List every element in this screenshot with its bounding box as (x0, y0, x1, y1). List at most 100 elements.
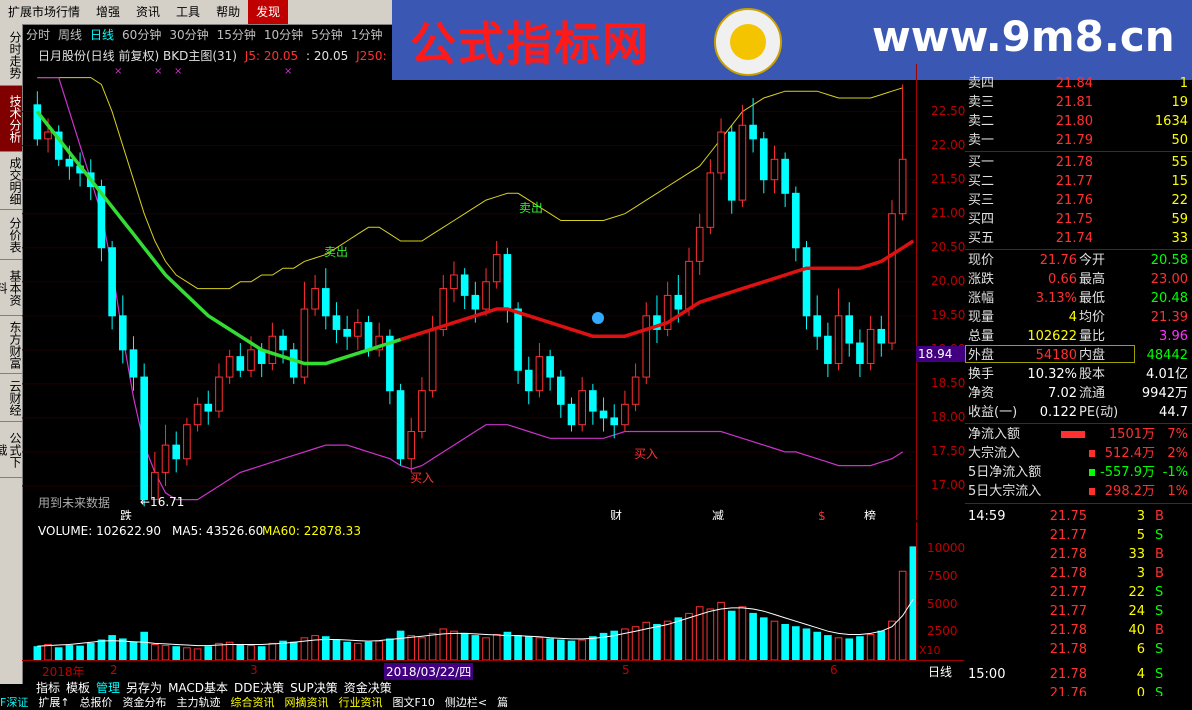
volume-bar (866, 633, 875, 660)
price-axis: 22.5022.0021.5021.0020.5020.0019.5019.00… (916, 64, 966, 520)
status-item-6[interactable]: 网摘资讯 (285, 696, 329, 709)
candle-up (183, 424, 191, 460)
period-tab-1[interactable]: 周线 (54, 24, 86, 46)
volume-bar (834, 637, 843, 660)
volume-bar (450, 630, 458, 660)
tick-volume: 22 (1128, 585, 1145, 600)
date-axis-bar: 2018年 2 3 2018/03/22/四 5 6 日线 (22, 660, 964, 681)
menu-item-1[interactable]: 增强 (88, 0, 128, 24)
status-item-7[interactable]: 行业资讯 (339, 696, 383, 709)
sell-row[interactable]: 卖一 21.79 50 (965, 131, 1192, 150)
buy-level-label: 买三 (968, 193, 995, 208)
status-item-0[interactable]: F深证 (0, 696, 28, 709)
volume-bar (813, 631, 822, 660)
tick-row: 21.78 40 B (965, 621, 1192, 640)
status-item-10[interactable]: 篇 (497, 696, 508, 709)
period-tab-5[interactable]: 15分钟 (213, 24, 260, 46)
left-tab-6[interactable]: 云财经 (0, 374, 22, 422)
left-tab-0[interactable]: 分时走势 (0, 24, 22, 86)
sell-row[interactable]: 卖四 21.84 1 (965, 74, 1192, 93)
volume-bar (354, 642, 362, 660)
status-item-4[interactable]: 主力轨迹 (177, 696, 221, 709)
volume-bar (418, 637, 426, 660)
status-item-8[interactable]: 图文F10 (393, 696, 435, 709)
candle-up (300, 308, 309, 378)
left-tab-1[interactable]: 技术分析 (0, 86, 22, 152)
func-tab-5[interactable]: DDE决策 (234, 681, 284, 695)
func-tab-4[interactable]: MACD基本 (168, 681, 228, 695)
candle-up (717, 131, 725, 174)
volume-bar (343, 641, 351, 660)
candle-down (172, 444, 181, 460)
buy-row[interactable]: 买一 21.78 55 (965, 153, 1192, 172)
menu-item-2[interactable]: 资讯 (128, 0, 168, 24)
stat-row: 净资 7.02 流通 9942万 (965, 384, 1192, 403)
candle-up (418, 390, 426, 433)
candlestick-chart[interactable]: 卖出卖出买入买入←16.71用到未来数据跌财减 $ 榜× × × × (22, 64, 916, 520)
candle-down (289, 349, 298, 378)
status-item-9[interactable]: 侧边栏< (445, 696, 487, 709)
status-item-2[interactable]: 总报价 (80, 696, 113, 709)
status-item-3[interactable]: 资金分布 (123, 696, 167, 709)
buy-volume: 55 (1171, 155, 1188, 170)
func-tab-2[interactable]: 管理 (96, 681, 120, 695)
sell-row[interactable]: 卖二 21.80 1634 (965, 112, 1192, 131)
func-tab-0[interactable]: 指标 (36, 681, 60, 695)
stat-value: 4 (1068, 310, 1077, 325)
menu-item-5[interactable]: 发现 (248, 0, 289, 24)
sell-row[interactable]: 卖三 21.81 19 (965, 93, 1192, 112)
left-tab-3[interactable]: 分价表 (0, 210, 22, 260)
menu-item-3[interactable]: 工具 (168, 0, 208, 24)
volume-bar (172, 646, 181, 660)
func-tab-6[interactable]: SUP决策 (290, 681, 338, 695)
stat-label: 现价 (968, 253, 995, 268)
buy-row[interactable]: 买三 21.76 22 (965, 191, 1192, 210)
menu-item-0[interactable]: 扩展市场行情 (0, 0, 88, 24)
period-tab-6[interactable]: 10分钟 (260, 24, 307, 46)
period-tab-7[interactable]: 5分钟 (307, 24, 347, 46)
volume-bar (215, 642, 223, 660)
period-tab-2[interactable]: 日线 (86, 24, 118, 46)
buy-level-label: 买五 (968, 231, 995, 246)
status-item-5[interactable]: 综合资讯 (231, 696, 275, 709)
volume-bar (589, 636, 597, 660)
sell-price: 21.80 (1055, 114, 1093, 129)
left-tab-5[interactable]: 东方财富 (0, 316, 22, 374)
stat-value: 102622 (1027, 329, 1077, 344)
func-tab-3[interactable]: 另存为 (126, 681, 162, 695)
event-mark: 榜 (864, 508, 876, 520)
candle-up (866, 328, 875, 364)
candle-down (567, 403, 576, 426)
buy-row[interactable]: 买五 21.74 33 (965, 229, 1192, 248)
volume-bar (706, 608, 715, 660)
stat-label: 涨跌 (968, 272, 995, 287)
volume-bar (759, 617, 768, 660)
info-dot-icon[interactable] (592, 312, 604, 324)
menu-item-4[interactable]: 帮助 (208, 0, 248, 24)
func-tab-7[interactable]: 资金决策 (344, 681, 392, 695)
volume-bar (685, 612, 693, 660)
left-tab-4[interactable]: 基本资料 (0, 260, 22, 316)
status-item-1[interactable]: 扩展↑ (38, 696, 69, 709)
candle-up (428, 328, 437, 392)
buy-price: 21.76 (1055, 193, 1093, 208)
candle-down (65, 158, 74, 167)
event-mark: 跌 (120, 508, 132, 520)
buy-row[interactable]: 买四 21.75 59 (965, 210, 1192, 229)
buy-row[interactable]: 买二 21.77 15 (965, 172, 1192, 191)
stat-row: 收益(一) 0.122 PE(动) 44.7 (965, 403, 1192, 422)
left-tab-7[interactable]: 公式下载 (0, 422, 22, 478)
period-tab-8[interactable]: 1分钟 (347, 24, 387, 46)
period-tab-3[interactable]: 60分钟 (118, 24, 165, 46)
period-tab-4[interactable]: 30分钟 (165, 24, 212, 46)
tick-side: B (1155, 566, 1164, 581)
period-tab-0[interactable]: 分时 (22, 24, 54, 46)
volume-chart[interactable]: VOLUME: 102622.90 MA5: 43526.60MA60: 2287… (22, 522, 916, 660)
func-tab-1[interactable]: 模板 (66, 681, 90, 695)
candle-up (706, 172, 715, 228)
buy-level-label: 买四 (968, 212, 995, 227)
flow-percent: -1% (1162, 465, 1188, 480)
left-tab-2[interactable]: 成交明细 (0, 152, 22, 210)
j5-value: J5: 20.05 (244, 49, 299, 63)
candle-up (439, 288, 448, 330)
